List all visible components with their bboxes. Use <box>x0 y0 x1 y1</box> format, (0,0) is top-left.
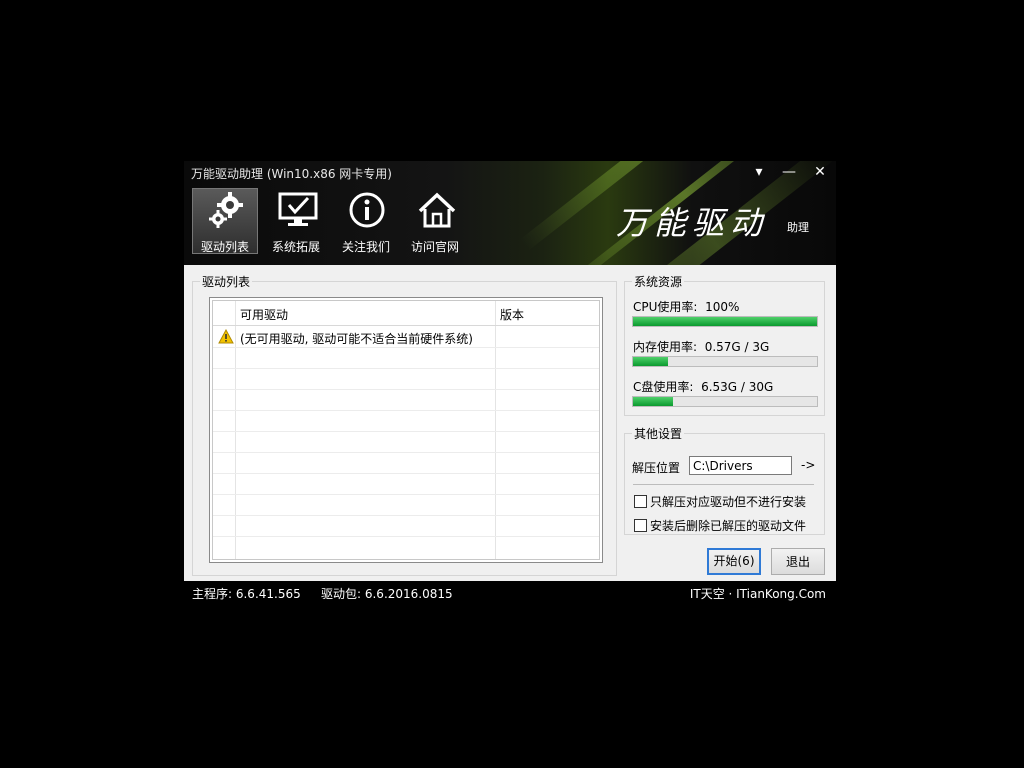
driver-table[interactable]: 可用驱动 版本 (无可用驱动, 驱动可能不适合当前硬件系统) <box>209 297 603 563</box>
close-button[interactable]: ✕ <box>809 163 831 181</box>
status-bar: 主程序: 6.6.41.565 驱动包: 6.6.2016.0815 IT天空 … <box>184 581 836 605</box>
extract-only-checkbox[interactable] <box>634 495 647 508</box>
group-title: 其他设置 <box>632 425 685 442</box>
cpu-label: CPU使用率: 100% <box>633 300 740 314</box>
memory-progress-bar <box>632 356 818 367</box>
divider <box>633 484 814 485</box>
row-line <box>213 431 599 432</box>
menu-dropdown-button[interactable]: ▾ <box>748 163 770 181</box>
driver-table-inner: 可用驱动 版本 (无可用驱动, 驱动可能不适合当前硬件系统) <box>212 300 600 560</box>
tool-visit-site[interactable]: 访问官网 <box>402 188 468 254</box>
row-line <box>213 515 599 516</box>
monitor-check-icon <box>278 192 318 226</box>
main-window: 万能驱动助理 (Win10.x86 网卡专用) ▾ — ✕ 驱动列表 系统拓展 … <box>184 161 836 605</box>
col-divider <box>235 301 236 559</box>
table-row[interactable]: (无可用驱动, 驱动可能不适合当前硬件系统) <box>240 330 473 347</box>
memory-label: 内存使用率: 0.57G / 3G <box>633 340 770 354</box>
tool-driver-list[interactable]: 驱动列表 <box>192 188 258 254</box>
disk-label: C盘使用率: 6.53G / 30G <box>633 380 774 394</box>
home-icon <box>418 192 456 228</box>
extract-path-label: 解压位置 <box>632 461 681 475</box>
row-line <box>213 494 599 495</box>
info-icon <box>349 192 385 228</box>
row-line <box>213 410 599 411</box>
tool-follow-us[interactable]: 关注我们 <box>333 188 399 254</box>
content-area: 驱动列表 可用驱动 版本 (无可用驱动, 驱动可能不适合当前硬件系统) 系统资源… <box>184 265 836 581</box>
delete-after-install-label[interactable]: 安装后删除已解压的驱动文件 <box>650 517 806 534</box>
disk-progress-bar <box>632 396 818 407</box>
tool-system-extend[interactable]: 系统拓展 <box>263 188 329 254</box>
header-divider <box>213 325 599 326</box>
tool-label: 系统拓展 <box>271 240 320 254</box>
cpu-progress-fill <box>633 317 817 326</box>
brand-logo-sub: 助理 <box>787 221 809 234</box>
group-title: 系统资源 <box>632 273 685 290</box>
warning-icon <box>218 329 234 344</box>
tool-label: 访问官网 <box>410 240 459 254</box>
row-line <box>213 452 599 453</box>
row-line <box>213 536 599 537</box>
driver-list-group: 驱动列表 可用驱动 版本 (无可用驱动, 驱动可能不适合当前硬件系统) <box>192 273 617 576</box>
row-line <box>213 473 599 474</box>
col-divider <box>495 301 496 559</box>
brand-logo: 万能驱动 <box>616 204 769 242</box>
driver-pack-version: 驱动包: 6.6.2016.0815 <box>321 587 453 601</box>
settings-group: 其他设置 解压位置 C:\Drivers -> 只解压对应驱动但不进行安装 安装… <box>624 425 825 535</box>
extract-only-label[interactable]: 只解压对应驱动但不进行安装 <box>650 493 806 510</box>
cpu-progress-bar <box>632 316 818 327</box>
memory-progress-fill <box>633 357 668 366</box>
browse-button[interactable]: -> <box>801 458 815 472</box>
tool-label: 关注我们 <box>341 240 390 254</box>
title-header: 万能驱动助理 (Win10.x86 网卡专用) ▾ — ✕ 驱动列表 系统拓展 … <box>184 161 836 265</box>
window-title: 万能驱动助理 (Win10.x86 网卡专用) <box>191 167 392 181</box>
row-line <box>213 347 599 348</box>
delete-after-install-checkbox[interactable] <box>634 519 647 532</box>
disk-progress-fill <box>633 397 674 406</box>
row-line <box>213 389 599 390</box>
exit-button[interactable]: 退出 <box>771 548 825 575</box>
group-title: 驱动列表 <box>200 273 253 290</box>
gear-icon <box>209 192 243 228</box>
start-button[interactable]: 开始(6) <box>707 548 761 575</box>
tool-label: 驱动列表 <box>200 240 249 254</box>
main-program-version: 主程序: 6.6.41.565 <box>192 587 301 601</box>
minimize-button[interactable]: — <box>778 163 800 181</box>
site-link[interactable]: IT天空 · ITianKong.Com <box>690 585 826 602</box>
resources-group: 系统资源 CPU使用率: 100% 内存使用率: 0.57G / 3G C盘使用… <box>624 273 825 416</box>
extract-path-input[interactable]: C:\Drivers <box>689 456 792 475</box>
column-header-driver[interactable]: 可用驱动 <box>240 306 288 323</box>
row-line <box>213 368 599 369</box>
column-header-version[interactable]: 版本 <box>500 306 524 323</box>
